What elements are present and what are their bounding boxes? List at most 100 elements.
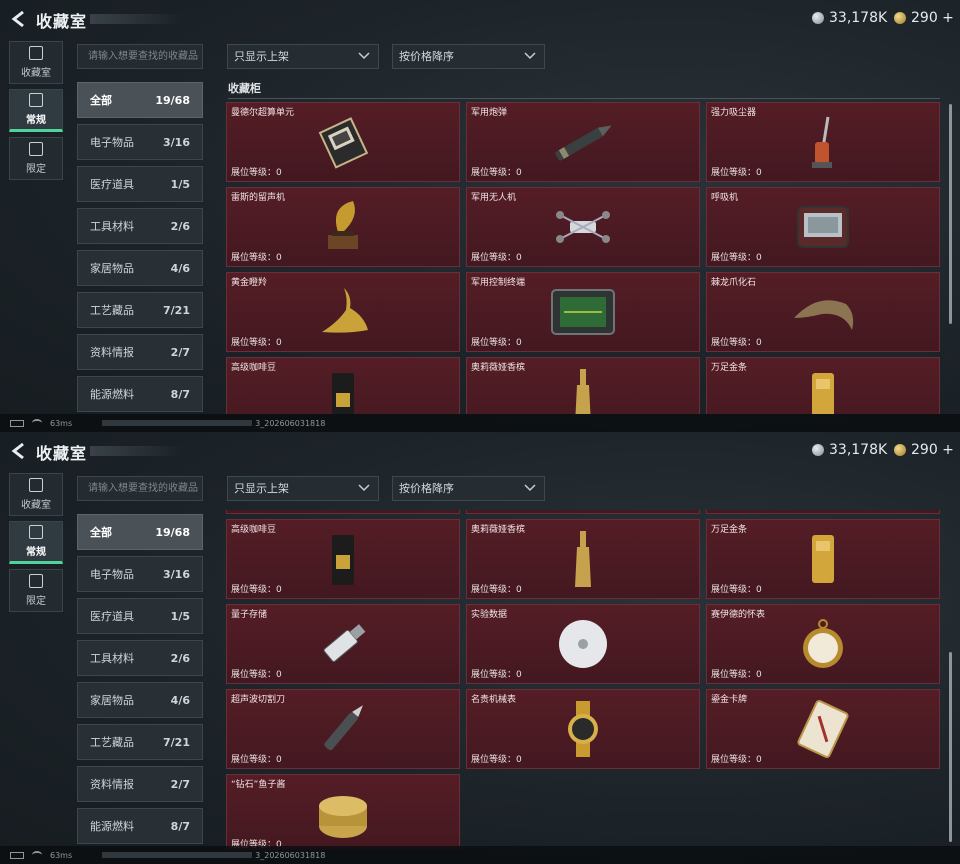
chevron-down-icon xyxy=(524,52,536,60)
gold-amount: 290 + xyxy=(911,442,954,458)
collection-card[interactable]: 军用控制终端 展位等级：0 xyxy=(466,272,700,352)
booth-level: 展位等级：0 xyxy=(471,667,522,680)
page-title: 收藏室 xyxy=(36,444,88,463)
collection-card[interactable]: 棘龙爪化石 展位等级：0 xyxy=(706,510,940,514)
collection-card[interactable]: 呼吸机 展位等级：0 xyxy=(706,187,940,267)
booth-level-value: 0 xyxy=(756,585,762,595)
shell-icon xyxy=(467,111,699,173)
category-item[interactable]: 工艺藏品 7/21 xyxy=(77,292,203,328)
collection-card[interactable]: 超声波切割刀 展位等级：0 xyxy=(226,689,460,769)
limited-icon xyxy=(29,142,43,156)
rail-tab-2[interactable]: 限定 xyxy=(9,137,63,180)
collection-card[interactable]: 实验数据 展位等级：0 xyxy=(466,604,700,684)
category-item[interactable]: 能源燃料 8/7 xyxy=(77,808,203,844)
category-count: 2/6 xyxy=(170,219,190,233)
collection-grid-viewport[interactable]: 黄金瞪羚 展位等级：0 军用控制终端 展位等级：0 棘龙爪化石 展位等级：0 高级咖啡… xyxy=(226,510,946,850)
sort-dropdown[interactable]: 按价格降序 xyxy=(392,476,545,501)
silver-coin-icon xyxy=(812,444,824,456)
collection-card[interactable]: 黄金瞪羚 展位等级：0 xyxy=(226,510,460,514)
category-label: 家居物品 xyxy=(90,262,134,275)
collection-card[interactable]: 军用炮弹 展位等级：0 xyxy=(466,102,700,182)
category-label: 电子物品 xyxy=(90,568,134,581)
booth-level-value: 0 xyxy=(276,253,282,263)
booth-level: 展位等级：0 xyxy=(231,752,282,765)
collection-grid: 黄金瞪羚 展位等级：0 军用控制终端 展位等级：0 棘龙爪化石 展位等级：0 高级咖啡… xyxy=(226,510,940,850)
grid-scrollbar[interactable] xyxy=(949,652,952,842)
collection-card[interactable]: 奥莉薇娅香槟 展位等级：0 xyxy=(466,519,700,599)
category-count: 3/16 xyxy=(163,567,190,581)
collection-card[interactable]: 雷斯的留声机 展位等级：0 xyxy=(226,187,460,267)
category-item[interactable]: 资料情报 2/7 xyxy=(77,766,203,802)
back-arrow-icon[interactable] xyxy=(10,10,28,28)
category-item[interactable]: 电子物品 3/16 xyxy=(77,124,203,160)
category-item[interactable]: 工艺藏品 7/21 xyxy=(77,724,203,760)
category-item[interactable]: 全部 19/68 xyxy=(77,514,203,550)
collection-card[interactable]: 强力吸尘器 展位等级：0 xyxy=(706,102,940,182)
ping-text: 63ms xyxy=(50,418,73,428)
category-item[interactable]: 全部 19/68 xyxy=(77,82,203,118)
gold-currency[interactable]: 290 + xyxy=(894,10,954,26)
category-label: 资料情报 xyxy=(90,778,134,791)
category-count: 1/5 xyxy=(170,177,190,191)
back-arrow-icon[interactable] xyxy=(10,442,28,460)
booth-level: 展位等级：0 xyxy=(711,667,762,680)
category-count: 3/16 xyxy=(163,135,190,149)
card-icon xyxy=(707,698,939,760)
rail-tab-0[interactable]: 收藏室 xyxy=(9,473,63,516)
collection-card[interactable]: “钻石”鱼子酱 展位等级：0 xyxy=(226,774,460,850)
drone-icon xyxy=(467,196,699,258)
booth-level-label: 展位等级： xyxy=(711,755,757,765)
category-item[interactable]: 家居物品 4/6 xyxy=(77,682,203,718)
booth-level-label: 展位等级： xyxy=(231,670,277,680)
page-title: 收藏室 xyxy=(36,12,88,31)
collection-card[interactable]: 黄金瞪羚 展位等级：0 xyxy=(226,272,460,352)
sort-dropdown[interactable]: 按价格降序 xyxy=(392,44,545,69)
champagne-icon xyxy=(467,528,699,590)
booth-level-value: 0 xyxy=(756,670,762,680)
collection-card[interactable]: 鎏金卡牌 展位等级：0 xyxy=(706,689,940,769)
rail-tab-1[interactable]: 常规 xyxy=(9,521,63,564)
category-item[interactable]: 资料情报 2/7 xyxy=(77,334,203,370)
silver-currency[interactable]: 33,178K xyxy=(812,10,887,26)
category-item[interactable]: 工具材料 2/6 xyxy=(77,640,203,676)
ventilator-icon xyxy=(707,196,939,258)
booth-level: 展位等级：0 xyxy=(711,335,762,348)
category-label: 医疗道具 xyxy=(90,178,134,191)
grid-scrollbar[interactable] xyxy=(949,104,952,324)
category-item[interactable]: 能源燃料 8/7 xyxy=(77,376,203,412)
vault-icon xyxy=(29,46,43,60)
search-input[interactable]: 请输入想要查找的收藏品 xyxy=(77,476,203,501)
category-item[interactable]: 医疗道具 1/5 xyxy=(77,166,203,202)
collection-card[interactable]: 军用无人机 展位等级：0 xyxy=(466,187,700,267)
booth-level-value: 0 xyxy=(276,338,282,348)
redacted-info xyxy=(102,420,253,426)
category-item[interactable]: 家居物品 4/6 xyxy=(77,250,203,286)
shelf-filter-dropdown[interactable]: 只显示上架 xyxy=(227,476,379,501)
category-count: 2/7 xyxy=(170,345,190,359)
search-input[interactable]: 请输入想要查找的收藏品 xyxy=(77,44,203,69)
category-item[interactable]: 工具材料 2/6 xyxy=(77,208,203,244)
rail-tab-2[interactable]: 限定 xyxy=(9,569,63,612)
section-title: 收藏柜 xyxy=(228,82,261,95)
category-item[interactable]: 电子物品 3/16 xyxy=(77,556,203,592)
collection-card[interactable]: 量子存储 展位等级：0 xyxy=(226,604,460,684)
rail-tab-1[interactable]: 常规 xyxy=(9,89,63,132)
collection-card[interactable]: 高级咖啡豆 展位等级：0 xyxy=(226,519,460,599)
collection-card[interactable]: 名贵机械表 展位等级：0 xyxy=(466,689,700,769)
rail-tab-0[interactable]: 收藏室 xyxy=(9,41,63,84)
silver-currency[interactable]: 33,178K xyxy=(812,442,887,458)
collection-card[interactable]: 军用控制终端 展位等级：0 xyxy=(466,510,700,514)
gold-currency[interactable]: 290 + xyxy=(894,442,954,458)
collection-card[interactable]: 曼德尔超算单元 展位等级：0 xyxy=(226,102,460,182)
shelf-filter-dropdown[interactable]: 只显示上架 xyxy=(227,44,379,69)
collection-grid-viewport[interactable]: 曼德尔超算单元 展位等级：0 军用炮弹 展位等级：0 强力吸尘器 展位等级：0 雷斯的… xyxy=(226,102,946,414)
shelf-filter-value: 只显示上架 xyxy=(234,50,289,63)
collection-card[interactable]: 万足金条 展位等级：0 xyxy=(706,519,940,599)
collection-card[interactable]: 棘龙爪化石 展位等级：0 xyxy=(706,272,940,352)
collection-card[interactable]: 高级咖啡豆 展位等级：0 xyxy=(226,357,460,414)
collection-card[interactable]: 万足金条 展位等级：0 xyxy=(706,357,940,414)
collection-card[interactable]: 奥莉薇娅香槟 展位等级：0 xyxy=(466,357,700,414)
category-item[interactable]: 医疗道具 1/5 xyxy=(77,598,203,634)
image-icon xyxy=(29,525,43,539)
collection-card[interactable]: 赛伊德的怀表 展位等级：0 xyxy=(706,604,940,684)
